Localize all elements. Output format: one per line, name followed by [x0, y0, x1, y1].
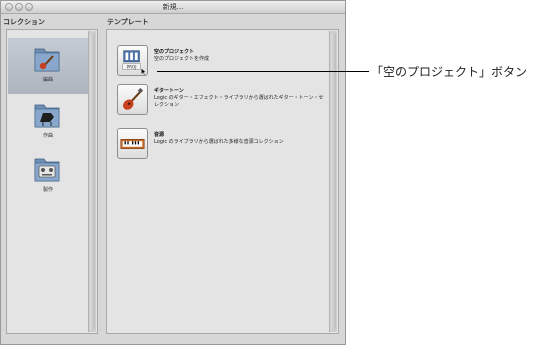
template-title: 空のプロジェクト	[154, 49, 195, 55]
template-description: Logic のギター・エフェクト・ライブラリから選ばれたギター・トーン・セレクシ…	[154, 95, 324, 108]
collections-header: コレクション	[3, 18, 45, 26]
icon-caption: PROJ	[127, 64, 137, 69]
guitar-tone-button[interactable]	[117, 84, 148, 115]
piano-folder-icon	[34, 104, 60, 128]
empty-project-icon: PROJ	[122, 50, 147, 76]
collection-item-produce[interactable]: 製作	[7, 148, 89, 203]
keyboard-icon	[120, 139, 145, 149]
collection-item-arrange[interactable]: 編曲	[7, 38, 89, 93]
template-guitar-tone[interactable]: ギタートーン Logic のギター・エフェクト・ライブラリから選ばれたギター・ト…	[117, 84, 327, 118]
template-instruments[interactable]: 音源 Logic のライブラリから選ばれた多様な音源コレクション	[117, 128, 327, 162]
collection-label: 作曲	[42, 133, 53, 139]
template-empty-project[interactable]: PROJ 空のプロジェクト 空のプロジェクトを作成	[117, 45, 327, 79]
collection-label: 製作	[42, 187, 53, 193]
collections-list: 編曲 作曲 製作	[6, 29, 98, 334]
new-project-window: 新規... コレクション テンプレート 編曲 作曲 製作 PROJ 空のプロジェ…	[0, 0, 346, 345]
collections-scrollbar[interactable]	[88, 31, 96, 332]
window-title: 新規...	[162, 3, 184, 11]
mixer-folder-icon	[34, 158, 60, 182]
templates-scrollbar[interactable]	[329, 31, 337, 332]
template-description: Logic のライブラリから選ばれた多様な音源コレクション	[154, 139, 284, 145]
template-description: 空のプロジェクトを作成	[154, 56, 210, 62]
title-bar: 新規...	[1, 1, 345, 14]
instruments-button[interactable]	[117, 128, 148, 159]
scrollbar-thumb[interactable]	[90, 33, 95, 330]
collection-label: 編曲	[42, 77, 53, 83]
collection-item-compose[interactable]: 作曲	[7, 94, 89, 149]
guitar-folder-icon	[34, 48, 60, 72]
templates-list: PROJ 空のプロジェクト 空のプロジェクトを作成 ギタートーン Logic の…	[106, 29, 339, 334]
template-title: ギタートーン	[154, 88, 184, 94]
callout-line	[157, 71, 369, 72]
empty-project-button[interactable]: PROJ	[117, 45, 148, 76]
scrollbar-thumb[interactable]	[331, 33, 336, 330]
templates-header: テンプレート	[107, 18, 149, 26]
template-title: 音源	[154, 132, 165, 138]
guitar-icon	[123, 87, 144, 110]
callout-label: 「空のプロジェクト」ボタン	[371, 65, 528, 79]
